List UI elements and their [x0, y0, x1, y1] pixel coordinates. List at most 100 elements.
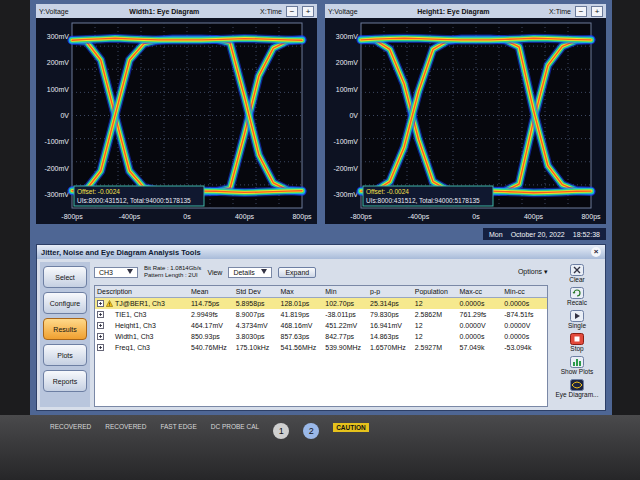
plot-title: Height1: Eye Diagram: [362, 8, 545, 15]
measurement-name: Height1, Ch3: [115, 322, 156, 329]
table-row[interactable]: Freq1, Ch3540.76MHz175.10kHz541.56MHz539…: [95, 342, 547, 353]
y-axis-label: Y:Voltage: [39, 8, 69, 15]
zoom-out-button[interactable]: −: [575, 6, 587, 17]
table-cell: 451.22mV: [323, 322, 368, 329]
x-tick-label: 800ps: [292, 213, 312, 221]
table-cell: 8.9007ps: [234, 311, 279, 318]
zoom-in-button[interactable]: +: [591, 6, 603, 17]
nav-button[interactable]: Reports: [43, 370, 87, 392]
table-cell: 850.93ps: [189, 333, 234, 340]
column-header[interactable]: Mean: [189, 288, 234, 295]
table-cell: 12: [413, 322, 458, 329]
nav-button[interactable]: Plots: [43, 344, 87, 366]
nav-button[interactable]: Results: [43, 318, 87, 340]
y-tick-label: -100mV: [44, 138, 69, 145]
column-header[interactable]: Max: [279, 288, 324, 295]
column-header[interactable]: Description: [95, 288, 189, 295]
x-axis-label: X:Time: [260, 8, 282, 15]
ui-count-label: UIs:8000:431512, Total:94000:5178135: [366, 197, 480, 204]
plot-area: Y:VoltageWidth1: Eye DiagramX:Time−+300m…: [36, 4, 606, 224]
eye-diagram-chart: 300mV200mV100mV0V-100mV-200mV-300mV-800p…: [36, 18, 317, 224]
single-icon: [570, 310, 584, 322]
column-header[interactable]: Population: [413, 288, 458, 295]
table-cell: 0.0000s: [502, 333, 547, 340]
table-cell: 102.70ps: [323, 300, 368, 307]
column-header[interactable]: Max-cc: [458, 288, 503, 295]
control-button[interactable]: Stop: [570, 331, 584, 353]
run-controls: Clear Recalc SingleStopShow PlotsEye Diagr…: [552, 262, 602, 407]
date-label: October 20, 2022: [511, 231, 565, 238]
source-select[interactable]: CH3: [94, 267, 138, 278]
control-button[interactable]: Recalc: [567, 285, 587, 307]
dropdown-arrow-icon: [261, 269, 267, 274]
x-tick-label: 800ps: [581, 213, 601, 221]
expand-button[interactable]: Expand: [278, 267, 316, 278]
table-cell: 2.5927M: [413, 344, 458, 351]
table-cell: 468.16mV: [279, 322, 324, 329]
table-cell: 41.819ps: [279, 311, 324, 318]
expand-icon[interactable]: [97, 300, 104, 307]
control-button[interactable]: Eye Diagram...: [556, 377, 599, 399]
table-cell: 857.63ps: [279, 333, 324, 340]
expand-icon[interactable]: [97, 344, 104, 351]
table-cell: 0.0000s: [502, 300, 547, 307]
table-cell: 5.8958ps: [234, 300, 279, 307]
expand-icon[interactable]: [97, 311, 104, 318]
table-row[interactable]: Height1, Ch3464.17mV4.3734mV468.16mV451.…: [95, 320, 547, 331]
column-header[interactable]: p-p: [368, 288, 413, 295]
table-cell: 79.830ps: [368, 311, 413, 318]
view-select[interactable]: Details: [228, 267, 272, 278]
y-tick-label: 100mV: [47, 86, 70, 93]
table-cell: -874.51fs: [502, 311, 547, 318]
control-label: Recalc: [567, 299, 587, 306]
control-button[interactable]: Single: [568, 308, 586, 330]
table-header: DescriptionMeanStd DevMaxMinp-pPopulatio…: [95, 286, 547, 298]
plot-title: Width1: Eye Diagram: [73, 8, 256, 15]
control-button[interactable]: Show Plots: [561, 354, 594, 376]
bit-rate: Bit Rate : 1.0814Gb/s: [144, 265, 201, 272]
panel-title: Jitter, Noise and Eye Diagram Analysis T…: [41, 248, 591, 257]
eye-diagram-panel: Y:VoltageHeight1: Eye DiagramX:Time−+300…: [325, 4, 606, 224]
column-header[interactable]: Min-cc: [502, 288, 547, 295]
y-tick-label: 0V: [349, 112, 358, 119]
x-tick-label: -800ps: [350, 213, 372, 221]
warning-icon: [106, 300, 113, 307]
recalc-icon: [570, 287, 584, 299]
day-label: Mon: [489, 231, 503, 238]
table-cell: 0.0000V: [502, 322, 547, 329]
y-tick-label: 300mV: [47, 33, 70, 40]
bezel-label: RECOVERED: [105, 423, 146, 430]
ui-count-label: UIs:8000:431512, Total:94000:5178135: [77, 197, 191, 204]
close-button[interactable]: ×: [591, 247, 601, 257]
table-cell: 57.049k: [458, 344, 503, 351]
measurement-name: TIE1, Ch3: [115, 311, 147, 318]
channel-button[interactable]: 2: [303, 423, 319, 439]
nav-button[interactable]: Configure: [43, 292, 87, 314]
panel-nav: Select Configure Results Plots Reports: [40, 262, 90, 407]
table-cell: -38.011ps: [323, 311, 368, 318]
control-button[interactable]: Clear: [569, 262, 585, 284]
offset-label: Offset: -0.0024: [366, 188, 409, 195]
zoom-out-button[interactable]: −: [286, 6, 298, 17]
measurement-name: Width1, Ch3: [115, 333, 154, 340]
y-tick-label: 200mV: [336, 59, 359, 66]
table-cell: 0.0000s: [458, 300, 503, 307]
expand-icon[interactable]: [97, 322, 104, 329]
expand-icon[interactable]: [97, 333, 104, 340]
table-cell: 12: [413, 300, 458, 307]
eye-trace: [361, 38, 591, 40]
y-tick-label: 300mV: [336, 33, 359, 40]
nav-label: Reports: [53, 378, 78, 385]
column-header[interactable]: Min: [323, 288, 368, 295]
table-row[interactable]: TIE1, Ch32.9949fs8.9007ps41.819ps-38.011…: [95, 309, 547, 320]
table-row[interactable]: TJ@BER1, Ch3114.75ps5.8958ps128.01ps102.…: [95, 298, 547, 309]
zoom-in-button[interactable]: +: [302, 6, 314, 17]
channel-button[interactable]: 1: [273, 423, 289, 439]
options-menu[interactable]: Options ▾: [518, 268, 548, 276]
table-row[interactable]: Width1, Ch3850.93ps3.8030ps857.63ps842.7…: [95, 331, 547, 342]
table-cell: 2.5862M: [413, 311, 458, 318]
column-header[interactable]: Std Dev: [234, 288, 279, 295]
eye-trace: [72, 39, 302, 192]
table-cell: -53.094k: [502, 344, 547, 351]
nav-button[interactable]: Select: [43, 266, 87, 288]
